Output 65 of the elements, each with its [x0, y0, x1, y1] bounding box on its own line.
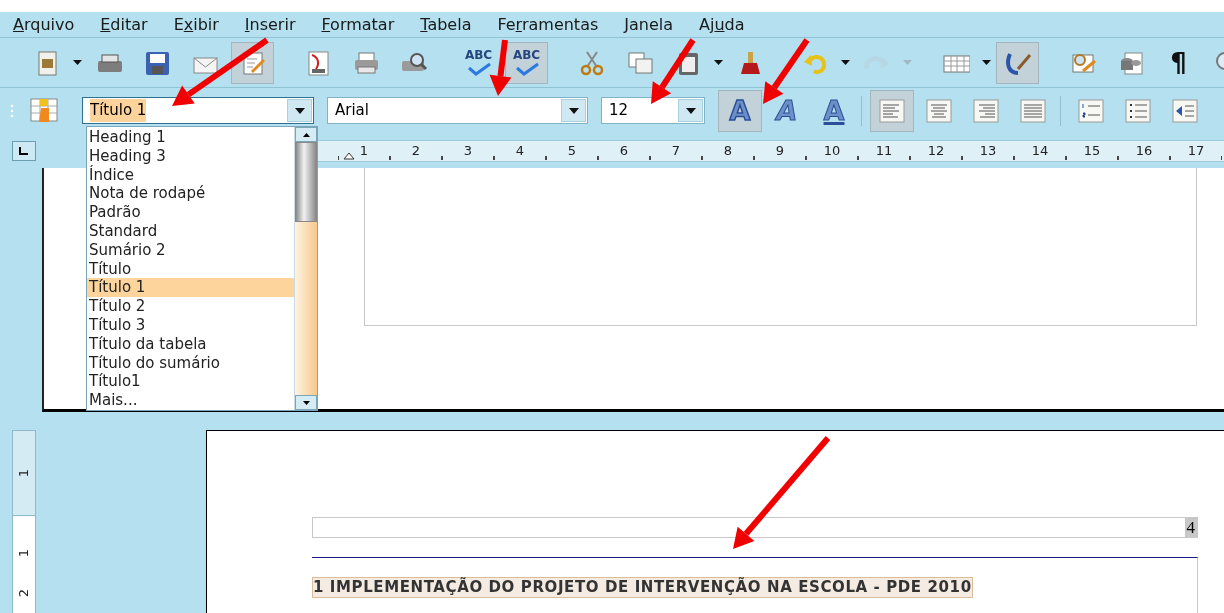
- style-dropdown[interactable]: Título 1: [82, 97, 314, 124]
- list-option[interactable]: Sumário 2: [87, 240, 294, 260]
- tab-stop-icon: [19, 146, 29, 155]
- list-option[interactable]: Título da tabela: [87, 334, 294, 354]
- list-option[interactable]: Heading 1: [87, 128, 294, 147]
- toolbar-button[interactable]: ABC: [505, 41, 548, 84]
- list-option[interactable]: Índice: [87, 165, 294, 185]
- scrollbar[interactable]: [294, 127, 317, 410]
- ruler-number: 4: [515, 141, 525, 160]
- ruler-number: 15: [1083, 141, 1101, 160]
- ruler-number: 3: [463, 141, 473, 160]
- menu-item[interactable]: Arquivo: [13, 12, 75, 37]
- ruler-number: 12: [927, 141, 945, 160]
- checkmark-icon: [465, 62, 492, 76]
- list-option[interactable]: Mais...: [87, 391, 294, 410]
- menu-item[interactable]: Formatar: [321, 12, 395, 37]
- indent-marker-icon: [343, 151, 355, 160]
- dropdown-arrow-icon: [294, 107, 305, 114]
- ruler-number: 13: [979, 141, 997, 160]
- menu-item[interactable]: Inserir: [244, 12, 296, 37]
- list-option[interactable]: Título: [87, 259, 294, 279]
- ruler-number: 11: [875, 141, 893, 160]
- ruler-number: 1: [17, 548, 31, 558]
- toolbar-button[interactable]: ABC: [457, 41, 500, 84]
- list-option[interactable]: Título 1: [87, 278, 294, 298]
- menu-item[interactable]: Ajuda: [699, 12, 745, 37]
- toolbar-button[interactable]: [996, 41, 1039, 84]
- scroll-down-icon: [302, 400, 310, 405]
- dropdown-arrow-icon: [685, 107, 696, 114]
- ruler-number: 5: [567, 141, 577, 160]
- checkmark-icon: [513, 62, 540, 76]
- ruler-number: 7: [671, 141, 681, 160]
- ruler-number: 6: [619, 141, 629, 160]
- annotation-arrow: [651, 38, 696, 104]
- list-option[interactable]: Padrão: [87, 203, 294, 222]
- menu-item[interactable]: Tabela: [420, 12, 472, 37]
- ruler-number: 1: [17, 468, 31, 478]
- menu-item[interactable]: Editar: [100, 12, 148, 37]
- ruler-number: 14: [1031, 141, 1049, 160]
- menu-item[interactable]: Janela: [624, 12, 674, 37]
- menu-item[interactable]: Ferramentas: [497, 12, 599, 37]
- toolbar-button[interactable]: ¶: [1157, 41, 1200, 84]
- size-dropdown[interactable]: 12: [601, 97, 705, 124]
- ruler-number: 17: [1187, 141, 1205, 160]
- ruler-number: 2: [411, 141, 421, 160]
- ruler-number: 10: [823, 141, 841, 160]
- grip-icon: [10, 103, 14, 118]
- ruler-number: 9: [775, 141, 785, 160]
- font-dropdown[interactable]: Arial: [327, 97, 588, 124]
- tab-stop-button[interactable]: [12, 140, 36, 161]
- list-option[interactable]: Título 2: [87, 297, 294, 316]
- dropdown-arrow-icon: [568, 107, 579, 114]
- list-option[interactable]: Título 3: [87, 315, 294, 335]
- list-option[interactable]: Nota de rodapé: [87, 184, 294, 204]
- list-option[interactable]: Título do sumário: [87, 353, 294, 373]
- ruler-number: 2: [17, 588, 31, 598]
- ruler-number: 8: [723, 141, 733, 160]
- page-number: 4: [1184, 518, 1197, 537]
- list-option[interactable]: Título1: [87, 372, 294, 392]
- menu-item[interactable]: Exibir: [173, 12, 219, 37]
- list-option[interactable]: Heading 3: [87, 146, 294, 166]
- ruler-number: 16: [1135, 141, 1153, 160]
- list-option[interactable]: Standard: [87, 222, 294, 241]
- heading-text: 1 IMPLEMENTAÇÃO DO PROJETO DE INTERVENÇÃO NA ESCOLA - PDE 2010: [312, 577, 973, 598]
- ruler-number: 1: [359, 141, 369, 160]
